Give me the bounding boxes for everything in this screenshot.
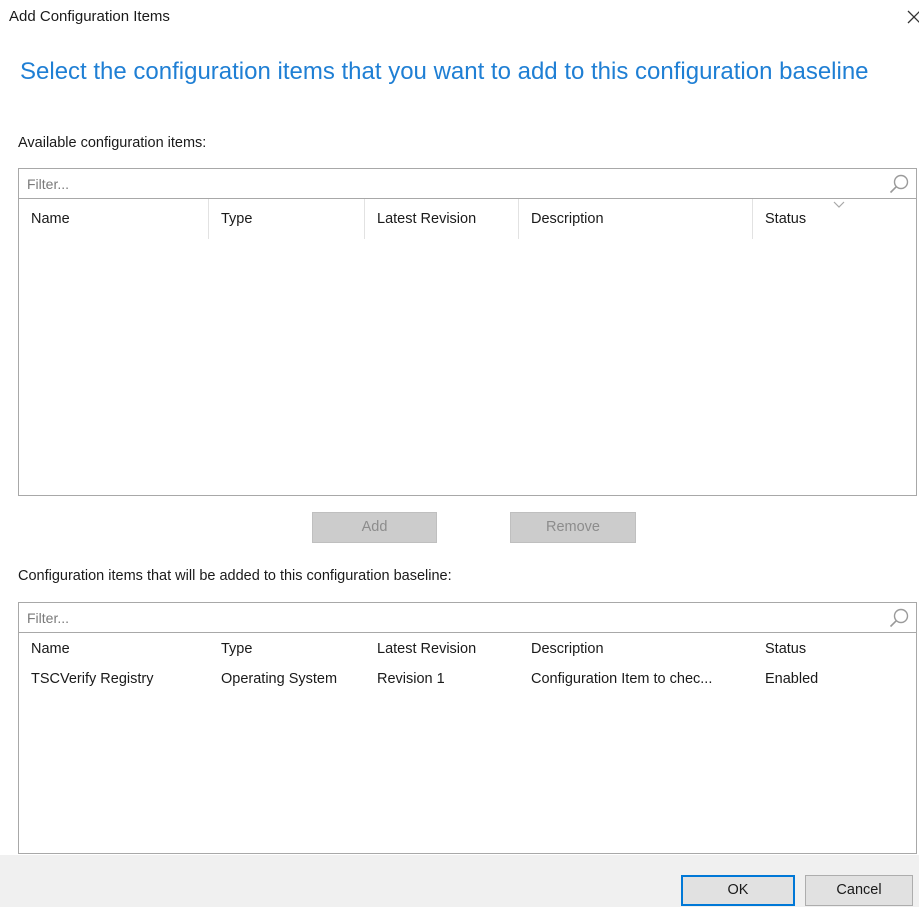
remove-button[interactable]: Remove: [510, 512, 636, 543]
column-header-type[interactable]: Type: [209, 633, 365, 665]
available-items-panel: Name Type Latest Revision Description St…: [18, 168, 917, 496]
title-bar: Add Configuration Items: [0, 0, 919, 38]
add-button[interactable]: Add: [312, 512, 437, 543]
column-header-name[interactable]: Name: [19, 199, 209, 239]
column-header-name[interactable]: Name: [19, 633, 209, 665]
close-button[interactable]: [905, 4, 919, 28]
available-filter-bar: [19, 169, 916, 199]
available-grid-header: Name Type Latest Revision Description St…: [19, 199, 916, 239]
selected-items-label: Configuration items that will be added t…: [18, 568, 452, 584]
cell-type: Operating System: [221, 671, 338, 687]
available-grid-body: [19, 239, 916, 495]
search-icon[interactable]: [888, 173, 910, 195]
ok-button[interactable]: OK: [681, 875, 795, 906]
column-header-latest-revision[interactable]: Latest Revision: [365, 199, 519, 239]
selected-items-panel: Name Type Latest Revision Description St…: [18, 602, 917, 854]
column-header-status[interactable]: Status: [753, 633, 916, 665]
column-header-type[interactable]: Type: [209, 199, 365, 239]
selected-filter-input[interactable]: [27, 607, 877, 628]
cancel-button[interactable]: Cancel: [805, 875, 913, 906]
dialog-footer: OK Cancel: [0, 855, 919, 907]
selected-grid-body: TSCVerify Registry Operating System Revi…: [19, 665, 916, 853]
available-items-label: Available configuration items:: [18, 135, 207, 151]
cell-name: TSCVerify Registry: [31, 671, 154, 687]
column-header-latest-revision[interactable]: Latest Revision: [365, 633, 519, 665]
selected-filter-bar: [19, 603, 916, 633]
cell-latest-revision: Revision 1: [377, 671, 445, 687]
column-header-description[interactable]: Description: [519, 199, 753, 239]
cell-description: Configuration Item to chec...: [531, 671, 713, 687]
window-title: Add Configuration Items: [9, 8, 170, 25]
sort-chevron-down-icon: [833, 201, 845, 208]
available-filter-input[interactable]: [27, 173, 877, 194]
close-icon: [907, 10, 919, 24]
page-heading: Select the configuration items that you …: [20, 58, 869, 85]
table-row[interactable]: TSCVerify Registry Operating System Revi…: [19, 665, 916, 693]
search-icon[interactable]: [888, 607, 910, 629]
column-header-description[interactable]: Description: [519, 633, 753, 665]
selected-grid-header: Name Type Latest Revision Description St…: [19, 633, 916, 665]
cell-status: Enabled: [765, 671, 819, 687]
